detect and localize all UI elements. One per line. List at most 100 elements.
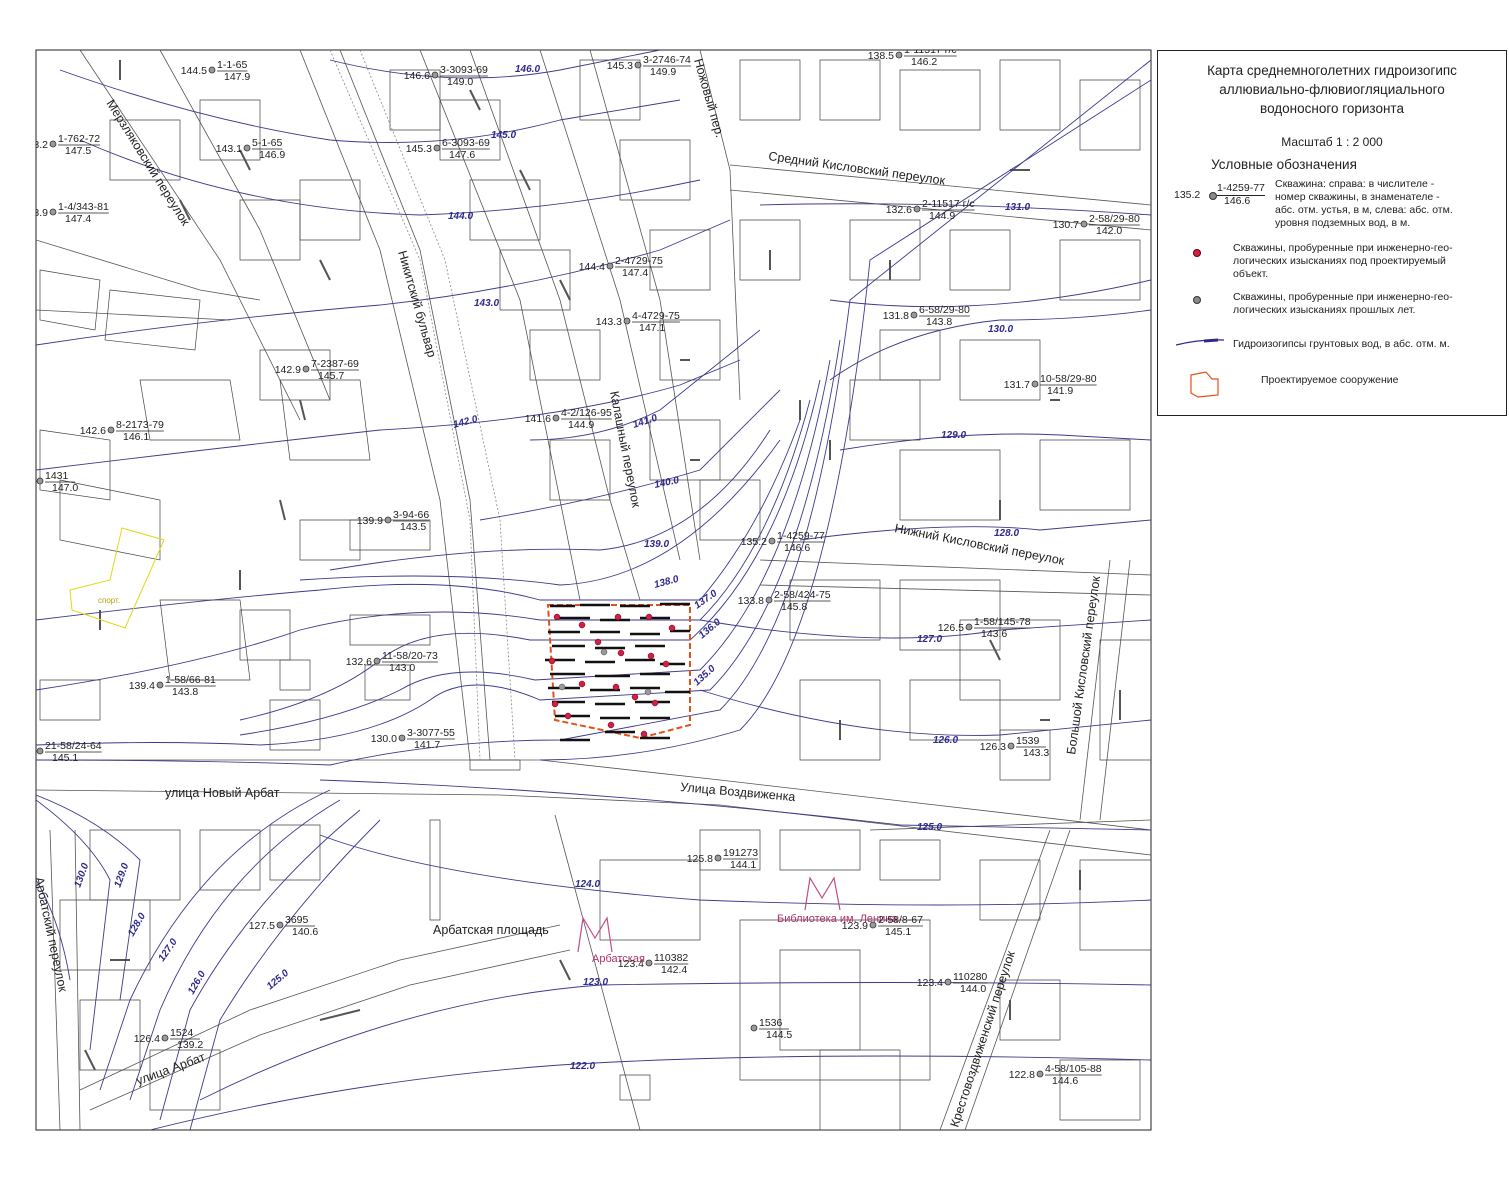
- well-dot: [208, 66, 216, 74]
- well-dot: [1080, 220, 1088, 228]
- well-elevation: 149.0: [447, 76, 473, 88]
- well-level: 146.6: [404, 70, 430, 82]
- well-number: 1-58/66-81: [165, 674, 216, 686]
- well-level: 132.6: [886, 204, 912, 216]
- well-number: 1-4259-77: [777, 530, 825, 542]
- legend-structure-icon: [1190, 371, 1219, 398]
- well-number: 2-4729-75: [615, 255, 663, 267]
- well-elevation: 146.1: [123, 431, 149, 443]
- well-number: 1-11517 г/с: [904, 44, 957, 56]
- legend-well-desc-4: уровня подземных вод, в м.: [1275, 217, 1411, 229]
- well-elevation: 147.4: [65, 213, 91, 225]
- well-elevation: 147.9: [224, 71, 250, 83]
- well-level: 143.3: [596, 316, 622, 328]
- iso-label: 125.0: [917, 822, 942, 833]
- iso-label: 128.0: [994, 528, 1019, 539]
- well-number: 1536: [759, 1017, 783, 1029]
- legend-title-1: Карта среднемноголетних гидроизогипс: [1207, 63, 1457, 78]
- well-dot: [913, 205, 921, 213]
- well-number: 191273: [723, 847, 758, 859]
- well-elevation: 143.0: [389, 662, 415, 674]
- legend-title-3: водоносного горизонта: [1260, 101, 1404, 116]
- iso-label: 123.0: [583, 977, 608, 988]
- well-elevation: 144.9: [929, 210, 955, 222]
- legend-new-wells-3: объект.: [1233, 268, 1269, 280]
- iso-label: 139.0: [644, 539, 669, 550]
- well-dot: [156, 681, 164, 689]
- well-level: 125.8: [687, 853, 713, 865]
- well-number: 1-1-65: [217, 59, 248, 71]
- well-elevation: 147.6: [449, 149, 475, 161]
- street-arbatskaya: Арбатская площадь: [433, 923, 549, 937]
- well-level: 138.5: [868, 50, 894, 62]
- well-number: 1524: [170, 1027, 194, 1039]
- well-elevation: 143.5: [400, 521, 426, 533]
- well-number: 7-2387-69: [311, 358, 359, 370]
- well-elevation: 143.3: [1023, 747, 1049, 759]
- iso-label: 143.0: [474, 298, 499, 309]
- well-elevation: 142.4: [661, 964, 687, 976]
- well-elevation: 147.4: [622, 267, 648, 279]
- well-level: 142.6: [9, 476, 35, 488]
- legend-old-wells-1: Скважины, пробуренные при инженерно-гео-: [1233, 291, 1453, 303]
- legend-title-2: аллювиально-флювиогляциального: [1219, 82, 1445, 97]
- well-level: 123.4: [618, 958, 644, 970]
- well-dot: [36, 477, 44, 485]
- well-level: 141.6: [525, 413, 551, 425]
- well-level: 144.5: [181, 65, 207, 77]
- well-dot: [965, 623, 973, 631]
- legend-well-desc-2: номер скважины, в знаменателе -: [1275, 191, 1440, 203]
- well-elevation: 144.5: [766, 1029, 792, 1041]
- well-level: 126.5: [938, 622, 964, 634]
- sport-label: спорт.: [98, 596, 120, 605]
- well-number: 11-58/20-73: [382, 650, 438, 662]
- well-elevation: 140.6: [292, 926, 318, 938]
- well-dot: [302, 365, 310, 373]
- well-level: 127.5: [249, 920, 275, 932]
- well-level: 142.6: [80, 425, 106, 437]
- well-elevation: 146.2: [911, 56, 937, 68]
- well-level: 126.4: [134, 1033, 160, 1045]
- well-elevation: 145.7: [318, 370, 344, 382]
- legend-new-wells-1: Скважины, пробуренные при инженерно-гео-: [1233, 242, 1453, 254]
- well-number: 3-94-66: [393, 509, 429, 521]
- well-dot: [107, 426, 115, 434]
- well-dot: [895, 51, 903, 59]
- well-elevation: 144.1: [730, 859, 756, 871]
- legend-new-wells-2: логических изысканиях под проектируемый: [1233, 255, 1446, 267]
- well-number: 3-3093-69: [440, 64, 488, 76]
- well-level: 142.9: [275, 364, 301, 376]
- well-dot: [433, 144, 441, 152]
- well-number: 2-11517 г/с: [922, 198, 975, 210]
- well-elevation: 147.5: [65, 145, 91, 157]
- well-number: 110382: [654, 952, 688, 964]
- well-dot: [384, 516, 392, 524]
- well-elevation: 145.1: [885, 926, 911, 938]
- street-novy-arbat: улица Новый Арбат: [165, 786, 280, 800]
- well-elevation: 141.9: [1047, 385, 1073, 397]
- well-dot: [49, 208, 57, 216]
- well-dot: [36, 747, 44, 755]
- well-number: 2-58/8-67: [878, 914, 923, 926]
- well-level: 143.9: [22, 207, 48, 219]
- well-dot: [398, 734, 406, 742]
- legend-scale: Масштаб 1 : 2 000: [1281, 135, 1383, 149]
- well-number: 4-2/126-95: [561, 407, 612, 419]
- legend-well-desc-3: абс. отм. устья, в м, слева: абс. отм.: [1275, 204, 1453, 216]
- iso-label: 124.0: [575, 879, 600, 890]
- iso-label: 146.0: [515, 64, 540, 75]
- well-dot: [944, 978, 952, 986]
- well-dot: [1031, 380, 1039, 388]
- legend-old-wells-2: логических изысканиях прошлых лет.: [1233, 304, 1416, 316]
- well-elevation: 147.1: [639, 322, 665, 334]
- well-number: 110280: [953, 971, 987, 983]
- well-number: 3-2746-74: [643, 54, 691, 66]
- well-number: 1-58/145-78: [974, 616, 1031, 628]
- well-elevation: 143.8: [926, 316, 952, 328]
- well-level: 131.7: [1004, 379, 1030, 391]
- iso-label: 126.0: [933, 735, 958, 746]
- well-dot: [373, 657, 381, 665]
- well-elevation: 142.0: [1096, 225, 1122, 237]
- well-elevation: 139.2: [177, 1039, 203, 1051]
- well-number: 5-1-65: [252, 137, 283, 149]
